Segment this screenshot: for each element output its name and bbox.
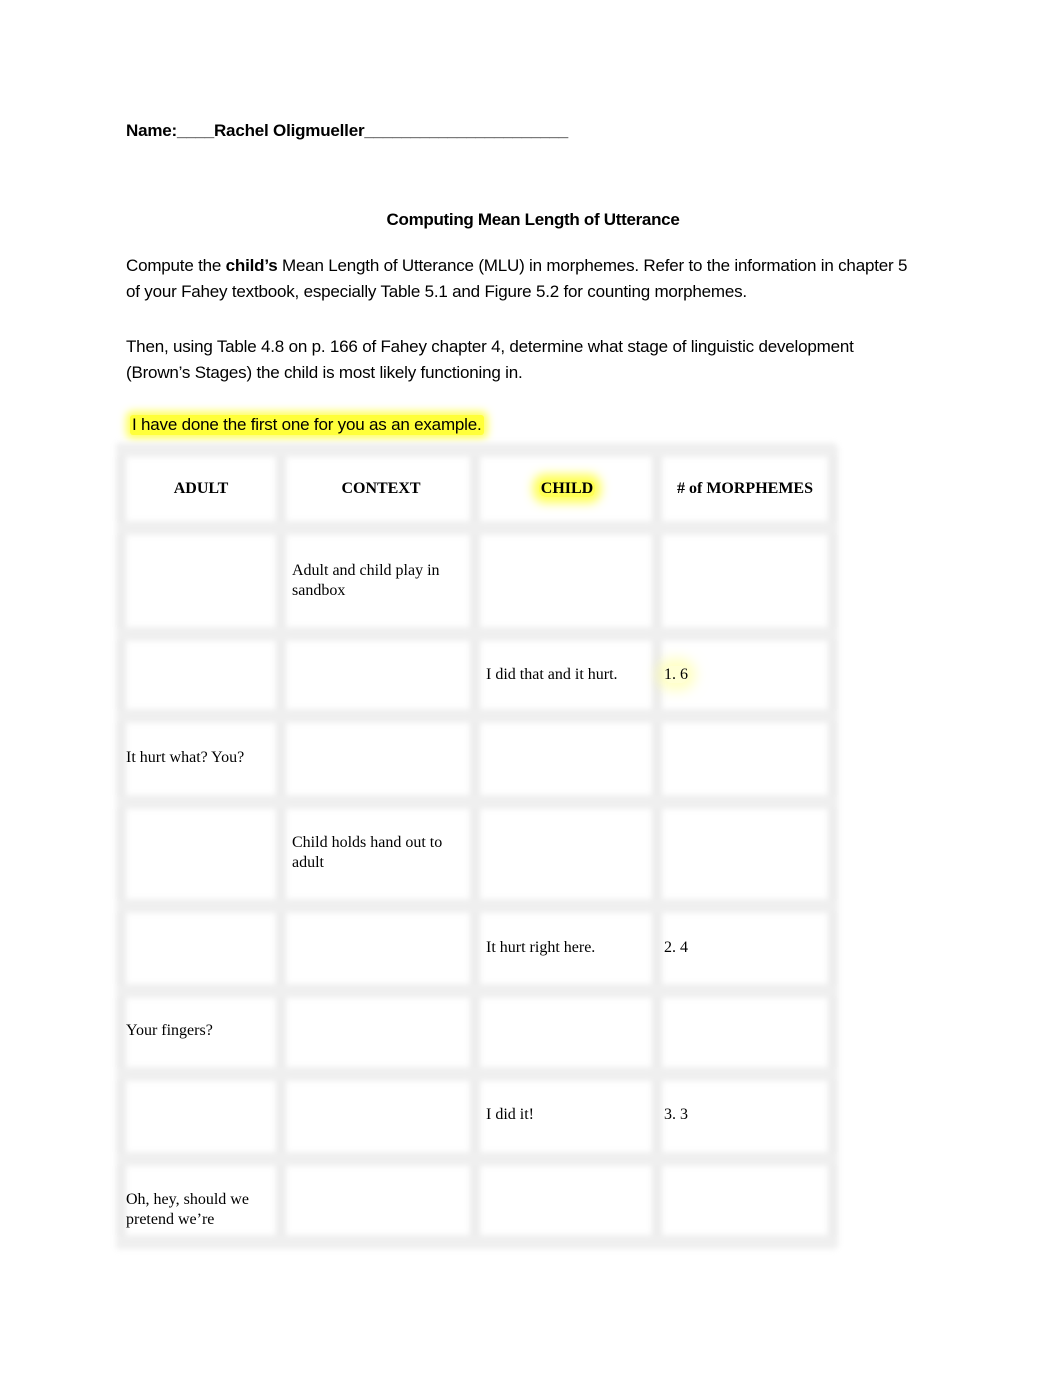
name-underline: ______________________: [364, 121, 568, 140]
child-header-text: CHILD: [538, 480, 596, 497]
column-header-context: CONTEXT: [341, 480, 421, 497]
table-cell-context: Adult and child play in sandbox: [292, 562, 440, 599]
column-header-adult: ADULT: [173, 480, 229, 497]
document-title: Computing Mean Length of Utterance: [386, 210, 680, 229]
table-grid: [116, 443, 838, 1249]
name-line: Name:____Rachel Oligmueller_____________…: [126, 121, 568, 141]
table-cell-morphemes: 2. 4: [664, 939, 688, 956]
table-cell-adult: Oh, hey, should we pretend we’re: [126, 1191, 249, 1228]
child-emphasis: child’s: [225, 256, 278, 275]
example-note: I have done the first one for you as an …: [130, 415, 484, 435]
instr-text: Compute the: [126, 256, 226, 275]
table-cell-morphemes: 3. 3: [664, 1106, 688, 1123]
table-cell-adult: It hurt what? You?: [126, 749, 245, 766]
table-cell-context: Child holds hand out to adult: [292, 834, 443, 871]
table-cell-morphemes: 1. 6: [664, 665, 824, 685]
name-label: Name:____: [126, 121, 214, 140]
column-header-child: CHILD: [482, 479, 652, 499]
table-cell-child: It hurt right here.: [486, 939, 596, 956]
table-cell-child: I did that and it hurt.: [486, 666, 618, 683]
column-header-morphemes: # of MORPHEMES: [677, 480, 813, 497]
table-cell-adult: Your fingers?: [126, 1022, 213, 1039]
mlu-table: ADULT CONTEXT CHILD # of MORPHEMES Adult…: [116, 443, 838, 1249]
instructions-paragraph-1: Compute the child’s Mean Length of Utter…: [126, 253, 916, 305]
instructions-paragraph-2: Then, using Table 4.8 on p. 166 of Fahey…: [126, 337, 854, 382]
student-name[interactable]: Rachel Oligmueller: [214, 121, 365, 140]
table-cell-child: I did it!: [486, 1106, 534, 1123]
morpheme-count: 1. 6: [664, 666, 688, 683]
